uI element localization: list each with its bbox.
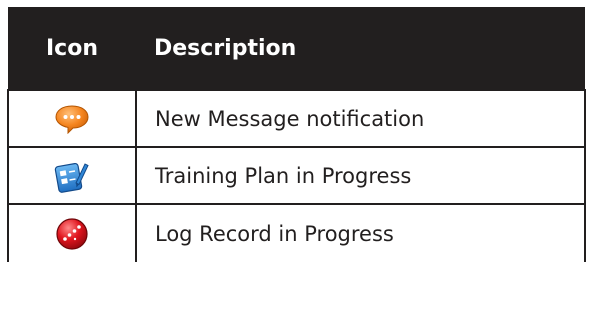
- training-plan-icon: [54, 162, 89, 193]
- description-cell: Log Record in Progress: [135, 203, 586, 262]
- table-row: Training Plan in Progress: [7, 146, 586, 205]
- icon-cell: [7, 146, 137, 205]
- table-row: Log Record in Progress: [7, 203, 586, 262]
- header-icon: Icon: [8, 7, 136, 90]
- header-description: Description: [136, 7, 585, 90]
- description-cell: Training Plan in Progress: [135, 146, 586, 205]
- message-bubble-icon: [55, 104, 89, 134]
- table-row: New Message notification: [7, 89, 586, 148]
- table-header-row: Icon Description: [8, 7, 585, 90]
- log-record-icon: [56, 217, 88, 250]
- icon-cell: [7, 203, 137, 262]
- icon-legend-table: Icon Description New Message notificatio…: [7, 7, 586, 262]
- description-cell: New Message notification: [135, 89, 586, 148]
- icon-cell: [7, 89, 137, 148]
